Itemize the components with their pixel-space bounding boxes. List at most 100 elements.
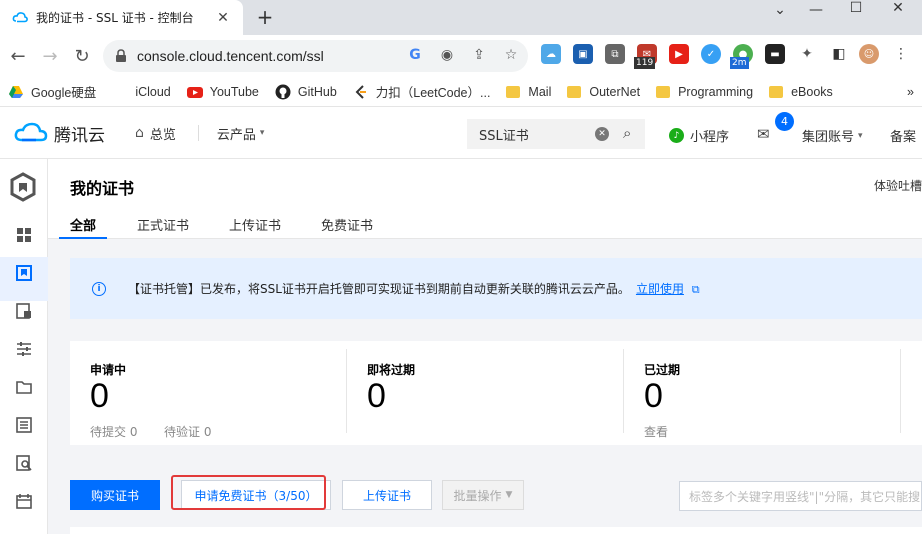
stat-pending-submit[interactable]: 待提交 0 [90,423,137,440]
bookmark-label: YouTube [209,84,259,99]
side-panel-icon[interactable]: ◧ [829,44,849,64]
bookmark-label: Google硬盘 [31,86,97,100]
bookmark-label: Programming [678,84,754,99]
stat-expiring-soon: 即将过期 0 [347,341,624,445]
tab-uploaded[interactable]: 上传证书 [229,215,281,239]
folder-icon [769,85,784,98]
stat-label: 已过期 [644,363,681,377]
bookmark-label: OuterNet [589,84,641,99]
clear-search-icon[interactable]: ✕ [595,127,609,141]
browser-tab[interactable]: 我的证书 - SSL 证书 - 控制台 ✕ [0,0,243,35]
mail-extension-badge: 119 [634,57,656,69]
filing-link[interactable]: 备案 [890,126,916,145]
external-link-icon[interactable]: ⧉ [692,283,700,296]
youtube-extension-icon[interactable]: ▶ [669,44,689,64]
check-extension-icon[interactable]: ✓ [701,44,721,64]
address-bar[interactable]: console.cloud.tencent.com/ssl G ◉ ⇪ ☆ [103,40,528,72]
youtube-icon [186,86,203,98]
sliders-icon[interactable] [12,337,36,361]
profile-avatar[interactable]: ☺ [859,44,879,64]
console-sidebar [0,159,48,534]
cloud-extension-icon[interactable]: ☁ [541,44,561,64]
bulk-actions-button[interactable]: 批量操作 ▼ [442,480,524,510]
mail-icon[interactable]: ✉ [757,125,770,143]
tab-formal[interactable]: 正式证书 [137,215,189,239]
home-icon: ⌂ [135,125,144,141]
chevron-down-icon: ▾ [858,130,863,141]
browser-toolbar: ← → ↻ console.cloud.tencent.com/ssl G ◉ … [0,35,922,77]
tab-free[interactable]: 免费证书 [321,215,373,239]
bookmark-folder-outernet[interactable]: OuterNet [559,80,648,104]
stat-value: 0 [90,377,109,415]
close-window-icon[interactable]: ✕ [880,0,916,22]
buy-certificate-button[interactable]: 购买证书 [70,480,160,510]
tencent-cloud-logo[interactable]: 腾讯云 [14,121,105,146]
notice-message: 【证书托管】已发布，将SSL证书开启托管即可实现证书到期前自动更新关联的腾讯云云… [128,280,700,297]
back-arrow-icon[interactable]: ← [4,42,32,70]
puzzle-extensions-icon[interactable]: ✦ [797,44,817,64]
github-icon [275,84,291,99]
folder-outline-icon[interactable] [12,375,36,399]
bookmark-label: Mail [528,84,552,99]
mini-program-link[interactable]: ♪ 小程序 [669,126,729,145]
bookmarks-overflow-icon[interactable]: » [899,80,922,104]
chevron-down-icon[interactable]: ⌄ [762,2,798,24]
console-top-nav: 腾讯云 ⌂ 总览 云产品 ▾ SSL证书 ✕ ⌕ ♪ 小程序 ✉ 4 集团账号 … [0,108,922,159]
dashboard-grid-icon[interactable] [12,223,36,247]
google-translate-icon[interactable]: G [406,46,424,64]
account-menu[interactable]: 集团账号 ▾ [802,126,863,145]
upload-certificate-button[interactable]: 上传证书 [342,480,432,510]
list-document-icon[interactable] [12,413,36,437]
use-now-link[interactable]: 立即使用 [636,282,684,296]
bookmark-star-icon[interactable]: ☆ [502,46,520,64]
eye-off-icon[interactable]: ◉ [438,46,456,64]
info-icon: i [92,281,106,296]
folder-icon [567,85,582,98]
copy-extension-icon[interactable]: ⧉ [605,44,625,64]
extension-icon[interactable]: ▣ [573,44,593,64]
reload-icon[interactable]: ↻ [68,42,96,70]
certificate-manage-icon[interactable] [12,299,36,323]
bookmark-folder-mail[interactable]: Mail [498,80,559,104]
tag-search-input[interactable]: 标签多个关键字用竖线"|"分隔，其它只能搜 [679,481,922,511]
bookmark-folder-programming[interactable]: Programming [648,80,761,104]
bookmark-label: eBooks [791,84,833,99]
stat-value: 0 [367,377,386,415]
certificate-tabs: 全部 正式证书 上传证书 免费证书 [59,215,413,239]
tencent-cloud-favicon-icon [12,11,28,22]
bookmark-folder-ebooks[interactable]: eBooks [761,80,841,104]
minimize-icon[interactable]: — [798,2,834,24]
stat-pending-verify[interactable]: 待验证 0 [164,423,211,440]
bookmark-google-drive[interactable]: Google硬盘 [0,80,104,104]
calendar-icon[interactable] [12,489,36,513]
stat-view-link[interactable]: 查看 [644,423,668,440]
bookmark-leetcode[interactable]: 力扣（LeetCode）... [345,80,499,104]
search-icon[interactable]: ⌕ [623,124,631,142]
new-tab-plus-icon[interactable]: + [255,7,275,27]
share-icon[interactable]: ⇪ [470,46,488,64]
feedback-link[interactable]: 体验吐槽 [874,177,922,194]
tab-close-icon[interactable]: ✕ [215,10,231,26]
chevron-down-icon: ▾ [259,128,265,138]
brand-name: 腾讯云 [54,125,105,146]
overview-link[interactable]: ⌂ 总览 [135,124,176,143]
bookmark-icloud[interactable]: iCloud [104,80,178,104]
folder-icon [506,85,521,98]
console-search-input[interactable]: SSL证书 ✕ ⌕ [467,119,645,149]
bookmark-label: GitHub [297,84,337,99]
account-label: 集团账号 [802,130,855,145]
bookmark-youtube[interactable]: YouTube [179,80,267,104]
search-document-icon[interactable] [12,451,36,475]
products-menu[interactable]: 云产品 ▾ [217,124,265,143]
tab-all[interactable]: 全部 [59,215,108,239]
caret-down-icon: ▼ [505,490,513,500]
bookmark-github[interactable]: GitHub [267,80,345,104]
forward-arrow-icon[interactable]: → [36,42,64,70]
maximize-icon[interactable]: ☐ [838,0,874,22]
products-label: 云产品 [216,127,256,143]
notice-text: 【证书托管】已发布，将SSL证书开启托管即可实现证书到期前自动更新关联的腾讯云云… [128,282,630,296]
certificate-icon[interactable] [12,261,36,285]
browser-menu-icon[interactable]: ⋮ [891,44,911,64]
terminal-extension-icon[interactable]: ▬ [765,44,785,64]
ssl-service-logo-icon[interactable] [7,171,39,203]
